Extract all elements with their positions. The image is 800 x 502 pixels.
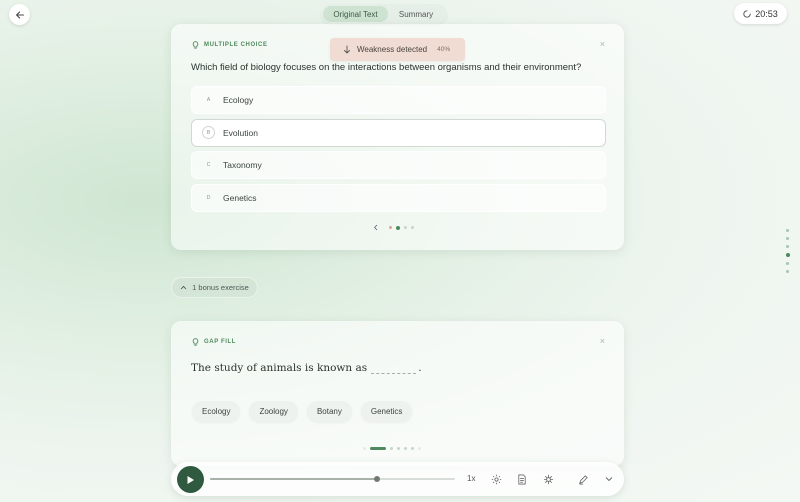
section-dot[interactable] xyxy=(786,262,789,265)
bonus-label: 1 bonus exercise xyxy=(192,283,249,292)
close-icon[interactable]: × xyxy=(600,336,605,346)
section-dot[interactable] xyxy=(786,270,789,273)
section-dot[interactable] xyxy=(786,237,789,240)
tab-summary[interactable]: Summary xyxy=(388,6,444,22)
option-text: Genetics xyxy=(223,193,257,204)
option-text: Taxonomy xyxy=(223,160,262,171)
pen-icon[interactable] xyxy=(576,472,590,486)
play-icon xyxy=(187,475,194,484)
audio-player: 1x xyxy=(171,462,624,496)
chip-genetics[interactable]: Genetics xyxy=(360,401,413,422)
sentence-before: The study of animals is known as xyxy=(191,362,368,374)
pager-dot[interactable] xyxy=(404,226,407,229)
type-label-text: MULTIPLE CHOICE xyxy=(204,42,268,48)
arrow-left-icon xyxy=(15,10,24,19)
section-nav xyxy=(785,229,790,273)
gap-fill-card: GAP FILL × The study of animals is known… xyxy=(171,321,624,466)
question-text: Which field of biology focuses on the in… xyxy=(191,62,582,73)
chevron-down-icon[interactable] xyxy=(602,472,616,486)
answer-chips: Ecology Zoology Botany Genetics xyxy=(192,401,413,422)
chevron-up-icon xyxy=(180,285,187,290)
gap-sentence: The study of animals is known as . xyxy=(191,360,422,374)
arrow-down-icon xyxy=(344,45,350,54)
timer: 20:53 xyxy=(734,3,787,24)
weakness-percent: 40% xyxy=(437,46,451,53)
pager-dot[interactable] xyxy=(389,226,392,229)
exercise-pager xyxy=(363,447,421,450)
pager-dot[interactable] xyxy=(363,447,366,450)
chevron-left-icon[interactable] xyxy=(373,224,379,231)
option-c[interactable]: C Taxonomy xyxy=(191,151,606,180)
bonus-exercise-button[interactable]: 1 bonus exercise xyxy=(171,277,258,298)
section-dot[interactable] xyxy=(786,245,789,248)
pager-dot[interactable] xyxy=(411,447,414,450)
pager-dot[interactable] xyxy=(418,447,421,450)
option-letter: C xyxy=(206,162,211,169)
timer-value: 20:53 xyxy=(755,8,778,19)
view-tabs: Original Text Summary xyxy=(321,4,447,24)
close-icon[interactable]: × xyxy=(600,39,605,49)
document-icon[interactable] xyxy=(515,472,529,486)
option-letter: D xyxy=(206,195,211,202)
chip-zoology[interactable]: Zoology xyxy=(249,401,298,422)
option-letter: A xyxy=(206,97,211,103)
weakness-banner: Weakness detected 40% xyxy=(330,38,465,61)
pager-dot[interactable] xyxy=(404,447,407,450)
question-pager xyxy=(373,224,414,231)
card-type-label: MULTIPLE CHOICE xyxy=(192,41,268,49)
pager-dot[interactable] xyxy=(411,226,414,229)
option-a[interactable]: A Ecology xyxy=(191,86,606,114)
pager-dot-active[interactable] xyxy=(396,225,400,230)
option-d[interactable]: D Genetics xyxy=(191,184,606,213)
sparkle-icon[interactable] xyxy=(541,472,555,486)
spinner-icon xyxy=(743,9,751,18)
speed-button[interactable]: 1x xyxy=(467,474,475,483)
option-text: Ecology xyxy=(223,95,254,105)
sentence-after: . xyxy=(418,362,422,374)
option-letter: B xyxy=(202,126,215,140)
pager-dot[interactable] xyxy=(390,447,393,450)
option-text: Evolution xyxy=(223,127,258,138)
card-type-label: GAP FILL xyxy=(192,338,236,346)
type-label-text: GAP FILL xyxy=(204,339,237,345)
progress-track[interactable] xyxy=(210,476,455,482)
settings-icon[interactable] xyxy=(489,472,503,486)
gap-blank[interactable] xyxy=(371,360,417,374)
option-b[interactable]: B Evolution xyxy=(191,118,606,147)
section-dot-active[interactable] xyxy=(785,253,790,257)
section-dot[interactable] xyxy=(786,229,789,232)
pager-dot[interactable] xyxy=(397,447,400,450)
back-button[interactable] xyxy=(9,4,30,25)
chip-ecology[interactable]: Ecology xyxy=(192,401,241,422)
progress-fill xyxy=(210,478,377,480)
chip-botany[interactable]: Botany xyxy=(306,401,352,422)
progress-thumb[interactable] xyxy=(373,476,380,482)
options-list: A Ecology B Evolution C Taxonomy D Genet… xyxy=(191,86,606,217)
lightbulb-icon xyxy=(192,338,199,346)
pager-dot-active[interactable] xyxy=(370,447,386,450)
lightbulb-icon xyxy=(192,41,199,49)
weakness-label: Weakness detected xyxy=(357,45,428,54)
play-button[interactable] xyxy=(177,466,204,493)
tab-original-text[interactable]: Original Text xyxy=(323,6,388,22)
